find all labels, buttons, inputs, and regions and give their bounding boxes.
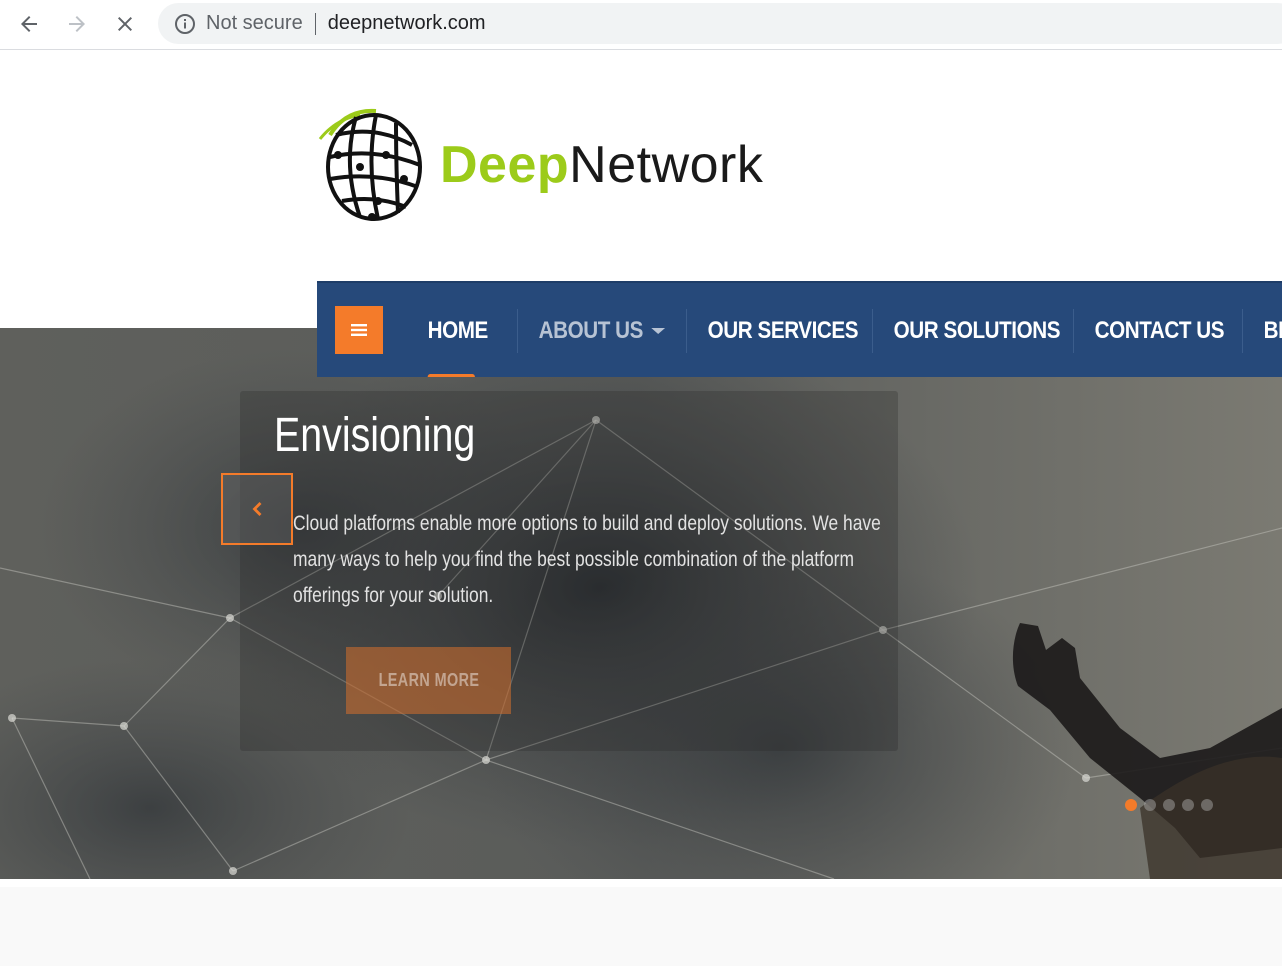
nav-item-our-services[interactable]: OUR SERVICES — [687, 283, 859, 377]
nav-item-our-solutions[interactable]: OUR SOLUTIONS — [873, 283, 1061, 377]
nav-label-our-solutions: OUR SOLUTIONS — [893, 317, 1061, 344]
forward-button[interactable] — [60, 7, 94, 41]
learn-more-button[interactable]: LEARN MORE — [346, 647, 511, 714]
logo-wordmark: DeepNetwork — [440, 135, 763, 195]
nav-item-contact-us[interactable]: CONTACT US — [1074, 283, 1225, 377]
nav-label-home: HOME — [427, 317, 489, 344]
learn-more-label: LEARN MORE — [378, 670, 479, 690]
slide-dot[interactable] — [1201, 799, 1213, 811]
stop-icon — [118, 17, 132, 31]
slide-dot[interactable] — [1163, 799, 1175, 811]
slide-dot[interactable] — [1125, 799, 1137, 811]
content-area — [0, 887, 1282, 966]
url-text[interactable]: deepnetwork.com — [328, 12, 486, 35]
nav-label-about-us: ABOUT US — [538, 317, 644, 344]
forward-arrow-icon — [69, 16, 85, 32]
back-arrow-icon — [21, 16, 37, 32]
site-logo[interactable]: DeepNetwork — [316, 105, 763, 225]
nav-item-blog[interactable]: BLOG — [1243, 283, 1282, 377]
browser-toolbar: Not secure deepnetwork.com — [0, 0, 1282, 50]
address-bar[interactable]: Not secure deepnetwork.com — [158, 3, 1282, 44]
chevron-left-icon — [252, 502, 262, 516]
info-icon[interactable] — [174, 13, 196, 35]
slide-indicators — [1125, 799, 1213, 811]
nav-label-our-services: OUR SERVICES — [707, 317, 859, 344]
logo-text-network: Network — [569, 136, 764, 194]
nav-menu: HOME ABOUT US OUR SERVICES OUR SOLUTIONS… — [407, 283, 1282, 377]
slide-description: Cloud platforms enable more options to b… — [293, 512, 881, 607]
slide-dot[interactable] — [1144, 799, 1156, 811]
security-status[interactable]: Not secure — [206, 12, 303, 35]
slide-title: Envisioning — [274, 409, 476, 462]
main-navigation: HOME ABOUT US OUR SERVICES OUR SOLUTIONS… — [317, 281, 1282, 377]
active-indicator — [427, 374, 475, 377]
nav-label-contact-us: CONTACT US — [1094, 317, 1225, 344]
url-separator — [314, 12, 316, 35]
nav-label-blog: BLOG — [1263, 317, 1282, 344]
hamburger-icon — [351, 324, 367, 336]
back-button[interactable] — [12, 7, 46, 41]
stop-loading-button[interactable] — [108, 7, 142, 41]
nav-item-home[interactable]: HOME — [407, 283, 502, 377]
previous-slide-button[interactable] — [221, 473, 293, 545]
caret-down-icon — [651, 328, 666, 334]
logo-text-deep: Deep — [440, 136, 570, 194]
nav-item-about-us[interactable]: ABOUT US — [518, 283, 666, 377]
slide-dot[interactable] — [1182, 799, 1194, 811]
globe-logo-icon — [318, 108, 422, 221]
menu-toggle-button[interactable] — [335, 306, 383, 354]
